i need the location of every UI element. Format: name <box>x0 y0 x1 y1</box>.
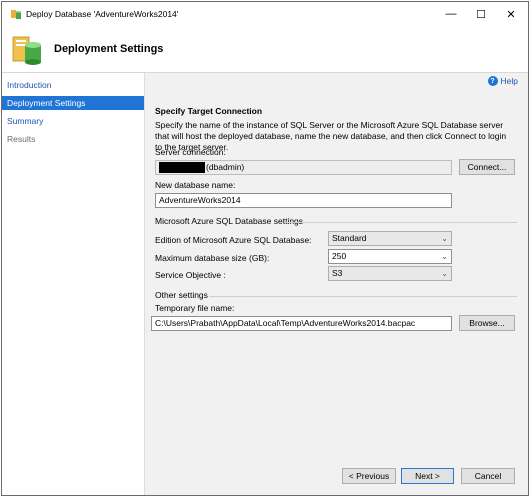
help-link[interactable]: ? Help <box>487 76 518 86</box>
wizard-steps-sidebar: Introduction Deployment Settings Summary… <box>2 73 145 495</box>
chevron-down-icon: ⌄ <box>441 269 448 278</box>
maximize-button[interactable]: ☐ <box>466 2 496 26</box>
max-size-label: Maximum database size (GB): <box>155 253 270 263</box>
previous-button[interactable]: < Previous <box>342 468 396 484</box>
server-connection-label: Server connection: <box>155 147 226 157</box>
page-title: Deployment Settings <box>54 43 164 55</box>
main-content-panel: ? Help Specify Target Connection Specify… <box>145 73 528 495</box>
sidebar-item-results: Results <box>7 134 36 144</box>
service-objective-value: S3 <box>332 268 343 278</box>
new-database-name-input[interactable]: AdventureWorks2014 <box>155 193 452 208</box>
other-settings-divider <box>209 296 517 297</box>
azure-settings-group-label: Microsoft Azure SQL Database settings <box>155 216 304 226</box>
sidebar-item-summary[interactable]: Summary <box>2 114 144 128</box>
cancel-button[interactable]: Cancel <box>461 468 515 484</box>
window-title: Deploy Database 'AdventureWorks2014' <box>26 9 179 19</box>
redacted-server-name <box>159 162 205 174</box>
server-connection-field: (dbadmin) <box>155 160 452 175</box>
edition-value: Standard <box>332 233 367 243</box>
max-size-value: 250 <box>332 251 347 261</box>
dialog-window: Deploy Database 'AdventureWorks2014' — ☐… <box>1 1 529 496</box>
azure-settings-divider <box>285 222 517 223</box>
page-header: Deployment Settings <box>2 26 528 73</box>
database-wizard-icon <box>12 36 41 65</box>
edition-label: Edition of Microsoft Azure SQL Database: <box>155 235 312 245</box>
new-database-label: New database name: <box>155 180 236 190</box>
service-objective-label: Service Objective : <box>155 270 226 280</box>
minimize-button[interactable]: — <box>436 2 466 26</box>
temp-file-label: Temporary file name: <box>155 303 235 313</box>
chevron-down-icon: ⌄ <box>441 234 448 243</box>
close-button[interactable]: ✕ <box>496 2 526 26</box>
browse-button[interactable]: Browse... <box>459 315 515 331</box>
service-objective-select[interactable]: S3 ⌄ <box>328 266 452 281</box>
next-button[interactable]: Next > <box>401 468 454 484</box>
section-title: Specify Target Connection <box>155 106 263 116</box>
max-size-select[interactable]: 250 ⌄ <box>328 249 452 264</box>
server-connection-value: (dbadmin) <box>206 162 245 172</box>
connect-button[interactable]: Connect... <box>459 159 515 175</box>
database-deploy-icon <box>11 10 21 19</box>
sidebar-item-introduction[interactable]: Introduction <box>2 78 144 92</box>
help-label: Help <box>500 76 518 86</box>
help-icon: ? <box>487 76 498 86</box>
temp-file-input[interactable]: C:\Users\Prabath\AppData\Local\Temp\Adve… <box>151 316 452 331</box>
edition-select[interactable]: Standard ⌄ <box>328 231 452 246</box>
sidebar-item-deployment-settings[interactable]: Deployment Settings <box>2 96 144 110</box>
other-settings-group-label: Other settings <box>155 290 208 300</box>
title-bar[interactable]: Deploy Database 'AdventureWorks2014' — ☐… <box>2 2 528 26</box>
chevron-down-icon: ⌄ <box>441 252 448 261</box>
